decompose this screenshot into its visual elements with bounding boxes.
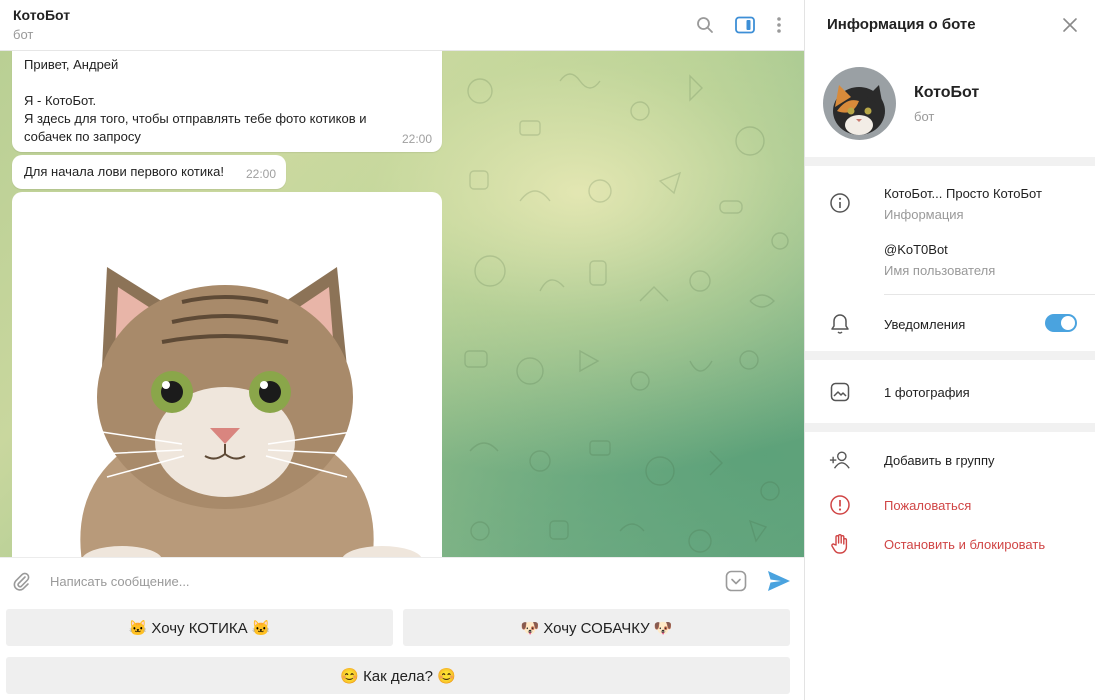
message-time: 22:00: [401, 132, 432, 146]
chat-area: КотоБот бот Привет, Андрей Я - КотоБот. …: [0, 0, 804, 700]
message-greeting[interactable]: Привет, Андрей Я - КотоБот. Я здесь для …: [12, 51, 442, 152]
bot-description-label: Информация: [884, 207, 964, 222]
search-icon[interactable]: [693, 13, 717, 37]
bot-info-panel: Информация о боте КотоБот бот КотоБот...…: [804, 0, 1095, 700]
notifications-label: Уведомления: [884, 317, 966, 332]
want-dog-button[interactable]: 🐶 Хочу СОБАЧКУ 🐶: [403, 609, 790, 646]
add-user-icon: [829, 449, 851, 471]
bot-username-label: Имя пользователя: [884, 263, 996, 278]
row-divider: [884, 294, 1095, 295]
chat-title[interactable]: КотоБот: [13, 7, 70, 23]
report-link[interactable]: Пожаловаться: [884, 498, 971, 513]
section-divider: [805, 423, 1095, 432]
cat-photo[interactable]: [12, 192, 442, 557]
bot-username[interactable]: @KoT0Bot: [884, 242, 948, 257]
block-link[interactable]: Остановить и блокировать: [884, 537, 1045, 552]
message-text: Для начала лови первого котика!: [24, 164, 224, 179]
send-icon[interactable]: [766, 568, 792, 594]
how-are-you-button[interactable]: 😊 Как дела? 😊: [6, 657, 790, 694]
messages-list[interactable]: Привет, Андрей Я - КотоБот. Я здесь для …: [0, 51, 804, 557]
panel-title: Информация о боте: [827, 16, 976, 33]
notifications-toggle[interactable]: [1045, 314, 1077, 332]
photo-icon: [829, 381, 851, 403]
message-text: Привет, Андрей: [24, 57, 119, 72]
report-icon: [829, 494, 851, 516]
message-composer: [0, 557, 804, 602]
photos-link[interactable]: 1 фотография: [884, 385, 970, 400]
message-text: Я здесь для того, чтобы отправлять тебе …: [24, 111, 367, 126]
avatar[interactable]: [823, 67, 896, 140]
chat-subtitle: бот: [13, 27, 34, 42]
bot-description: КотоБот... Просто КотоБот: [884, 186, 1042, 201]
bot-type: бот: [914, 109, 935, 124]
bot-commands-icon[interactable]: [724, 569, 748, 593]
bell-icon: [829, 313, 851, 335]
section-divider: [805, 157, 1095, 166]
message-input[interactable]: [48, 569, 708, 593]
chat-header: КотоБот бот: [0, 0, 804, 51]
message-time: 22:00: [245, 167, 276, 181]
message-first-cat[interactable]: Для начала лови первого котика! 22:00: [12, 155, 286, 189]
message-text: Я - КотоБот.: [24, 93, 97, 108]
info-icon: [829, 192, 851, 214]
section-divider: [805, 351, 1095, 360]
attach-icon[interactable]: [10, 570, 32, 592]
add-to-group-link[interactable]: Добавить в группу: [884, 453, 995, 468]
bot-name: КотоБот: [914, 84, 980, 101]
block-hand-icon: [829, 533, 851, 555]
bot-reply-keyboard: 🐱 Хочу КОТИКА 🐱 🐶 Хочу СОБАЧКУ 🐶 😊 Как д…: [0, 602, 804, 700]
more-vertical-icon[interactable]: [767, 13, 791, 37]
message-text: собачек по запросу: [24, 129, 141, 144]
sidebar-toggle-icon[interactable]: [733, 13, 757, 37]
want-cat-button[interactable]: 🐱 Хочу КОТИКА 🐱: [6, 609, 393, 646]
close-icon[interactable]: [1059, 14, 1081, 36]
